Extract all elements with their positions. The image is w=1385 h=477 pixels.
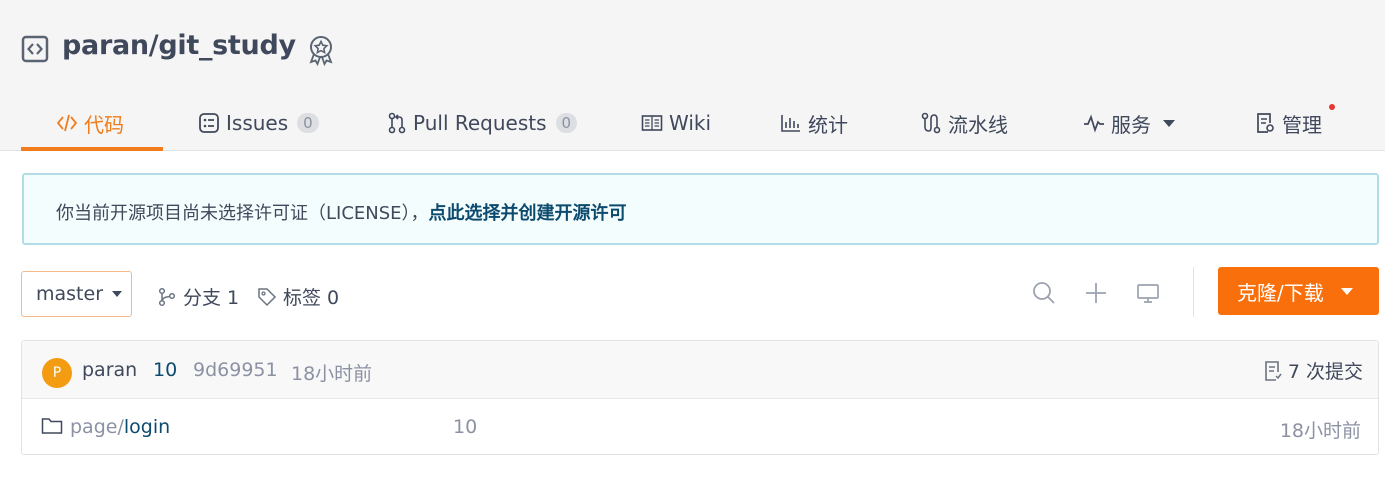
tag-icon <box>258 287 277 306</box>
branch-icon <box>158 287 176 306</box>
search-icon[interactable] <box>1031 280 1057 306</box>
web-ide-icon[interactable] <box>1135 280 1161 306</box>
tab-label: Issues <box>226 111 289 135</box>
branches-count: 分支 1 <box>183 287 240 309</box>
tab-pull-requests[interactable]: Pull Requests 0 <box>387 95 578 151</box>
chevron-down-icon <box>1340 287 1353 295</box>
branch-name: master <box>36 283 104 305</box>
list-item[interactable]: page/login 10 18小时前 <box>22 399 1378 455</box>
active-tab-indicator <box>21 147 163 151</box>
tab-label: 统计 <box>808 112 848 137</box>
branch-select[interactable]: master <box>21 271 132 317</box>
tab-pipeline[interactable]: 流水线 <box>920 95 1008 151</box>
folder-icon <box>41 418 63 434</box>
tab-manage[interactable]: 管理 <box>1254 95 1322 151</box>
license-notice-message: 你当前开源项目尚未选择许可证（LICENSE）， <box>56 203 429 224</box>
commit-count-link[interactable]: 7 次提交 <box>1263 357 1363 384</box>
branches-link[interactable]: 分支 1 <box>157 283 239 310</box>
tab-wiki[interactable]: Wiki <box>641 95 711 151</box>
latest-commit-row: P paran 10 9d69951 18小时前 7 次提交 <box>22 341 1378 399</box>
chevron-down-icon <box>1163 119 1175 127</box>
add-file-icon[interactable] <box>1083 280 1109 306</box>
repo-tabs: 代码 Issues 0 Pull Requests 0 Wiki 统计 流水线 … <box>0 95 1385 151</box>
toolbar-divider <box>1193 267 1194 317</box>
repo-title[interactable]: paran/git_study <box>62 30 296 61</box>
chart-icon <box>781 115 800 132</box>
tab-label: Wiki <box>669 111 712 135</box>
tab-label: 流水线 <box>948 112 1008 137</box>
tab-services[interactable]: 服务 <box>1083 95 1175 151</box>
repository-icon <box>21 35 49 63</box>
file-commit-message[interactable]: 10 <box>453 416 477 438</box>
commits-icon <box>1265 360 1282 381</box>
tab-code[interactable]: 代码 <box>56 95 124 151</box>
avatar[interactable]: P <box>42 358 72 388</box>
chevron-down-icon <box>112 291 123 297</box>
tab-label: Pull Requests <box>413 111 547 135</box>
settings-doc-icon <box>1257 113 1274 133</box>
tab-label: 服务 <box>1111 112 1151 137</box>
pipeline-icon <box>921 112 941 134</box>
clone-download-button[interactable]: 克隆/下载 <box>1218 267 1379 315</box>
path-name: login <box>123 416 171 438</box>
tab-issues[interactable]: Issues 0 <box>198 95 319 151</box>
issues-count-badge: 0 <box>297 113 319 133</box>
commit-time: 18小时前 <box>291 363 373 385</box>
code-icon <box>56 114 78 132</box>
create-license-link[interactable]: 点此选择并创建开源许可 <box>429 203 627 224</box>
path-prefix: page/ <box>70 416 124 438</box>
file-list: P paran 10 9d69951 18小时前 7 次提交 page/logi… <box>21 340 1379 455</box>
license-notice: 你当前开源项目尚未选择许可证（LICENSE），点此选择并创建开源许可 <box>22 173 1379 245</box>
file-commit-time: 18小时前 <box>1279 420 1361 442</box>
clone-download-label: 克隆/下载 <box>1237 280 1324 305</box>
commit-hash[interactable]: 9d69951 <box>193 359 278 381</box>
tags-link[interactable]: 标签 0 <box>257 283 339 310</box>
pull-request-icon <box>388 112 406 134</box>
repo-header: paran/git_study 代码 Issues 0 Pull Request… <box>0 0 1385 151</box>
issues-icon <box>199 113 219 133</box>
file-path[interactable]: page/login <box>70 416 170 438</box>
tags-count: 标签 0 <box>283 287 340 309</box>
pulse-icon <box>1084 114 1104 133</box>
commit-author[interactable]: paran <box>82 359 137 381</box>
commit-count: 7 次提交 <box>1287 361 1363 383</box>
notification-dot <box>1329 104 1335 110</box>
book-icon <box>641 115 663 131</box>
pull-requests-count-badge: 0 <box>555 113 578 133</box>
tab-statistics[interactable]: 统计 <box>780 95 848 151</box>
commit-message[interactable]: 10 <box>153 359 177 381</box>
award-badge-icon[interactable] <box>306 34 336 66</box>
license-notice-text: 你当前开源项目尚未选择许可证（LICENSE），点此选择并创建开源许可 <box>56 199 627 225</box>
tab-label: 管理 <box>1282 112 1322 137</box>
tab-label: 代码 <box>84 112 124 137</box>
